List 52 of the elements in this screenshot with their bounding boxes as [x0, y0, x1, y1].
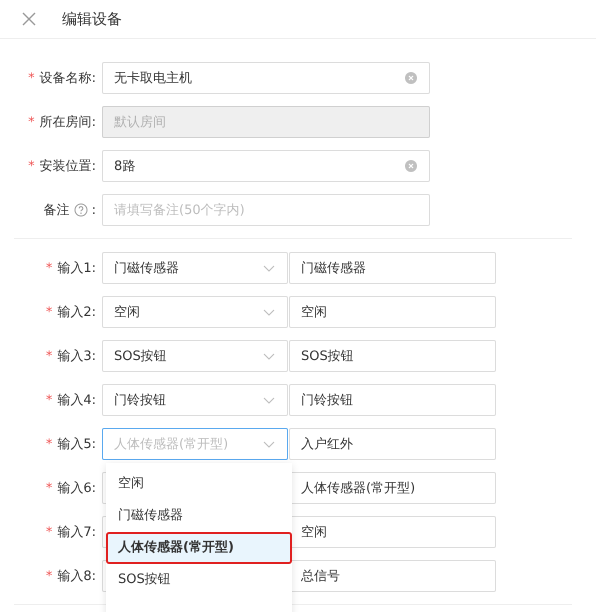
name-input[interactable]: 门铃按钮 — [289, 384, 496, 416]
input-label: 输入1: — [57, 260, 96, 277]
input-label: 输入6: — [57, 480, 96, 497]
input-label: 输入7: — [57, 524, 96, 541]
type-select[interactable]: 空闲 — [102, 296, 288, 328]
help-icon[interactable] — [74, 203, 88, 217]
name-input[interactable]: 人体传感器(常开型) — [289, 472, 496, 504]
required-mark: * — [28, 70, 35, 86]
chevron-down-icon — [263, 397, 275, 405]
required-mark: * — [28, 158, 35, 174]
type-select[interactable]: 门铃按钮 — [102, 384, 288, 416]
field-label: 安装位置: — [40, 158, 96, 175]
chevron-down-icon — [263, 441, 275, 449]
text-input[interactable]: 无卡取电主机 — [102, 62, 430, 94]
name-input[interactable]: 门磁传感器 — [289, 252, 496, 284]
dialog-title: 编辑设备 — [62, 10, 122, 28]
dropdown-option[interactable]: 空闲 — [106, 468, 292, 500]
field-label-colon: : — [92, 202, 96, 218]
text-input[interactable]: 8路 — [102, 150, 430, 182]
input-label: 输入2: — [57, 304, 96, 321]
close-icon[interactable] — [22, 12, 36, 26]
required-mark: * — [46, 260, 52, 276]
required-mark: * — [46, 304, 52, 320]
required-mark: * — [28, 114, 35, 130]
required-mark: * — [46, 480, 52, 496]
required-mark: * — [46, 568, 52, 584]
required-mark: * — [46, 524, 52, 540]
type-select[interactable]: SOS按钮 — [102, 340, 288, 372]
chevron-down-icon — [263, 309, 275, 317]
required-mark: * — [46, 392, 52, 408]
clear-icon[interactable] — [405, 160, 417, 172]
chevron-down-icon — [263, 265, 275, 273]
clear-icon[interactable] — [405, 72, 417, 84]
input-label: 输入3: — [57, 348, 96, 365]
field-label: 设备名称: — [40, 70, 96, 87]
dropdown-option[interactable]: SOS按钮 — [106, 564, 292, 596]
input-label: 输入5: — [57, 436, 96, 453]
name-input[interactable]: 入户红外 — [289, 428, 496, 460]
name-input[interactable]: 总信号 — [289, 560, 496, 592]
name-input[interactable]: 空闲 — [289, 296, 496, 328]
input-label: 输入4: — [57, 392, 96, 409]
required-mark: * — [46, 348, 52, 364]
field-label: 备注 — [44, 202, 70, 219]
dropdown-option[interactable]: 人体传感器(常开型) — [106, 532, 292, 564]
required-mark: * — [46, 436, 52, 452]
chevron-down-icon — [263, 353, 275, 361]
dropdown-option[interactable]: 门磁传感器 — [106, 500, 292, 532]
field-label: 所在房间: — [40, 114, 96, 131]
name-input[interactable]: 空闲 — [289, 516, 496, 548]
input-label: 输入8: — [57, 568, 96, 585]
type-select[interactable]: 门磁传感器 — [102, 252, 288, 284]
name-input[interactable]: SOS按钮 — [289, 340, 496, 372]
